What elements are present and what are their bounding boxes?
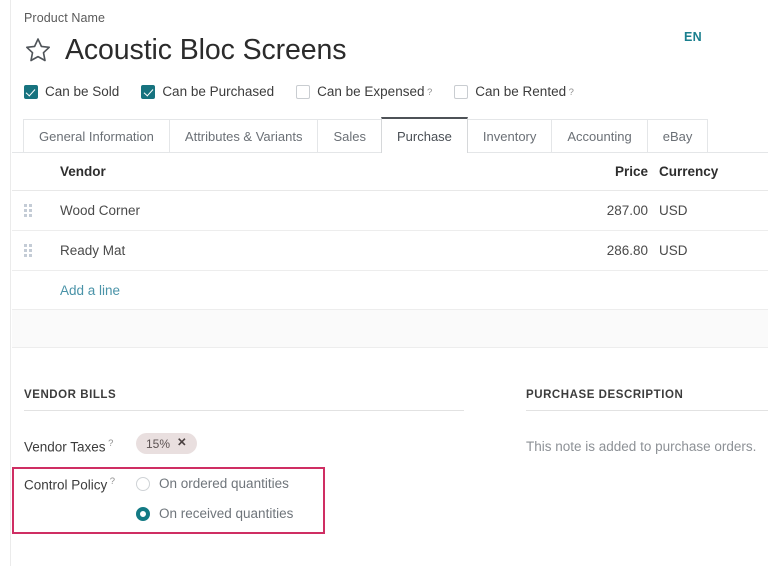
title-row: Acoustic Bloc Screens: [24, 29, 768, 71]
vendor-taxes-label: Vendor Taxes?: [24, 433, 136, 459]
drag-handle-icon[interactable]: [24, 244, 49, 257]
drag-handle-icon[interactable]: [24, 204, 49, 217]
cell-currency[interactable]: USD: [648, 203, 768, 218]
control-policy-label: Control Policy?: [24, 472, 136, 496]
tab-attributes-variants[interactable]: Attributes & Variants: [169, 119, 319, 153]
left-gutter: [0, 0, 11, 566]
cell-currency[interactable]: USD: [648, 243, 768, 258]
checkbox-can-be-sold[interactable]: Can be Sold: [24, 84, 119, 100]
vendor-bills-pane: VENDOR BILLS Vendor Taxes? 15% ✕: [24, 389, 464, 459]
control-policy-label-text: Control Policy: [24, 478, 107, 493]
checkbox-can-be-purchased[interactable]: Can be Purchased: [141, 84, 274, 100]
form-header: Product Name Acoustic Bloc Screens: [12, 0, 768, 71]
cell-price[interactable]: 286.80: [562, 243, 648, 258]
purchase-description-pane: PURCHASE DESCRIPTION This note is added …: [526, 389, 768, 457]
tab-inventory[interactable]: Inventory: [467, 119, 552, 153]
radio-on-ordered-quantities[interactable]: On ordered quantities: [136, 472, 293, 496]
cell-price[interactable]: 287.00: [562, 203, 648, 218]
help-icon[interactable]: ?: [569, 87, 574, 98]
purchase-description-section-title: PURCHASE DESCRIPTION: [526, 389, 768, 411]
help-icon[interactable]: ?: [108, 438, 113, 449]
tab-ebay[interactable]: eBay: [647, 119, 709, 153]
add-a-line-link[interactable]: Add a line: [24, 283, 120, 298]
checkbox-icon-checked[interactable]: [141, 85, 155, 99]
checkbox-icon-unchecked[interactable]: [296, 85, 310, 99]
add-a-line-row[interactable]: Add a line: [12, 271, 768, 309]
tax-tag-label: 15%: [146, 437, 170, 451]
cell-vendor[interactable]: Ready Mat: [49, 243, 562, 258]
checkbox-label: Can be Expensed: [317, 84, 424, 100]
tab-purchase[interactable]: Purchase: [381, 117, 468, 153]
tax-tag[interactable]: 15% ✕: [136, 433, 197, 454]
table-row[interactable]: Wood Corner 287.00 USD: [12, 191, 768, 231]
star-outline-icon[interactable]: [24, 36, 52, 64]
table-row[interactable]: Ready Mat 286.80 USD: [12, 231, 768, 271]
language-selector[interactable]: EN: [684, 30, 702, 44]
vendor-taxes-tag-list: 15% ✕: [136, 433, 197, 454]
tab-general-information[interactable]: General Information: [23, 119, 170, 153]
tab-bar: General Information Attributes & Variant…: [23, 119, 707, 153]
radio-icon-selected[interactable]: [136, 507, 150, 521]
page-title: Acoustic Bloc Screens: [65, 33, 346, 67]
vendor-pricelist-table: Vendor Price Currency Wood Corner 287.00…: [12, 153, 768, 309]
checkbox-label: Can be Rented: [475, 84, 566, 100]
tab-accounting[interactable]: Accounting: [551, 119, 647, 153]
product-name-label: Product Name: [24, 10, 768, 26]
tab-sales[interactable]: Sales: [317, 119, 382, 153]
control-policy-field: Control Policy? On ordered quantities On…: [24, 472, 293, 532]
radio-on-received-quantities[interactable]: On received quantities: [136, 502, 293, 526]
table-footer-strip: [12, 309, 768, 348]
radio-icon-unselected[interactable]: [136, 477, 150, 491]
column-header-price: Price: [562, 164, 648, 179]
column-header-currency: Currency: [648, 164, 768, 179]
checkbox-can-be-expensed[interactable]: Can be Expensed ?: [296, 84, 432, 100]
checkbox-can-be-rented[interactable]: Can be Rented ?: [454, 84, 574, 100]
table-header-row: Vendor Price Currency: [12, 153, 768, 191]
checkbox-label: Can be Sold: [45, 84, 119, 100]
close-icon[interactable]: ✕: [177, 438, 187, 450]
help-icon[interactable]: ?: [110, 476, 115, 487]
cell-vendor[interactable]: Wood Corner: [49, 203, 562, 218]
help-icon[interactable]: ?: [427, 87, 432, 98]
vendor-bills-section-title: VENDOR BILLS: [24, 389, 464, 411]
radio-label: On ordered quantities: [159, 475, 289, 493]
product-form-page: Product Name Acoustic Bloc Screens EN Ca…: [0, 0, 768, 566]
purchase-description-note[interactable]: This note is added to purchase orders.: [526, 437, 768, 457]
vendor-taxes-label-text: Vendor Taxes: [24, 440, 106, 455]
checkbox-label: Can be Purchased: [162, 84, 274, 100]
column-header-vendor: Vendor: [49, 164, 562, 179]
checkbox-icon-unchecked[interactable]: [454, 85, 468, 99]
checkbox-icon-checked[interactable]: [24, 85, 38, 99]
radio-label: On received quantities: [159, 505, 293, 523]
vendor-taxes-field: Vendor Taxes? 15% ✕: [24, 433, 464, 459]
product-flags-row: Can be Sold Can be Purchased Can be Expe…: [24, 83, 596, 101]
control-policy-options: On ordered quantities On received quanti…: [136, 472, 293, 532]
